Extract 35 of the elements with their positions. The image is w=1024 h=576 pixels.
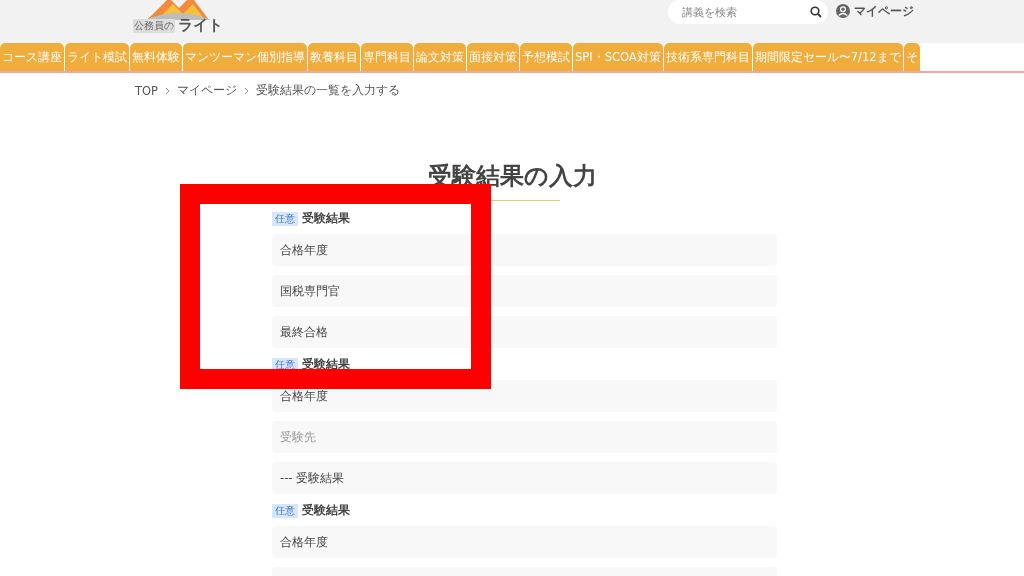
chevron-icon [165,86,170,95]
nav-tab[interactable]: マンツーマン個別指導 [183,43,307,71]
nav-tab[interactable]: 期間限定セール〜7/12まで [752,43,903,71]
input-field[interactable]: 合格年度 [272,234,777,266]
nav-tab[interactable]: 論文対策 [414,43,466,71]
nav-tab[interactable]: 予想模試 [520,43,572,71]
nav-tab[interactable]: コース講座 [0,43,64,71]
input-field[interactable]: 最終合格 [272,316,777,348]
nav-tab[interactable]: 無料体験 [130,43,182,71]
field-label: 受験結果 [302,357,350,372]
nav-tab[interactable]: 専門科目 [361,43,413,71]
nav-tab[interactable]: 教養科目 [308,43,360,71]
current-page-text: 受験結果の一覧を入力する [256,83,400,98]
user-icon [836,4,850,18]
search-field[interactable]: 講義を検索 [668,0,828,24]
logo-name: ライト [178,16,223,35]
nav-tab[interactable]: そ [903,43,920,71]
nav-tab[interactable]: 技術系専門科目 [663,43,752,71]
nav-tab[interactable]: 面接対策 [467,43,519,71]
logo-tagline: 公務員の [133,18,175,33]
input-field[interactable]: 受験先 [272,421,777,453]
mypage-link[interactable]: マイページ [836,0,914,22]
input-field[interactable]: --- 受験結果 [272,462,777,494]
search-icon[interactable] [810,6,822,18]
optional-badge: 任意 [272,503,298,518]
field-label: 受験結果 [302,211,350,226]
optional-badge: 任意 [272,211,298,226]
breadcrumb-link[interactable]: マイページ [177,83,237,98]
nav-tab[interactable]: ライト模試 [65,43,129,71]
chevron-icon [244,86,249,95]
field-label: 受験結果 [302,503,350,518]
nav-tab[interactable]: SPI・SCOA対策 [573,43,663,71]
input-field[interactable]: 国税専門官 [272,275,777,307]
input-field[interactable]: 合格年度 [272,526,777,558]
breadcrumb-link[interactable]: TOP [135,83,158,98]
